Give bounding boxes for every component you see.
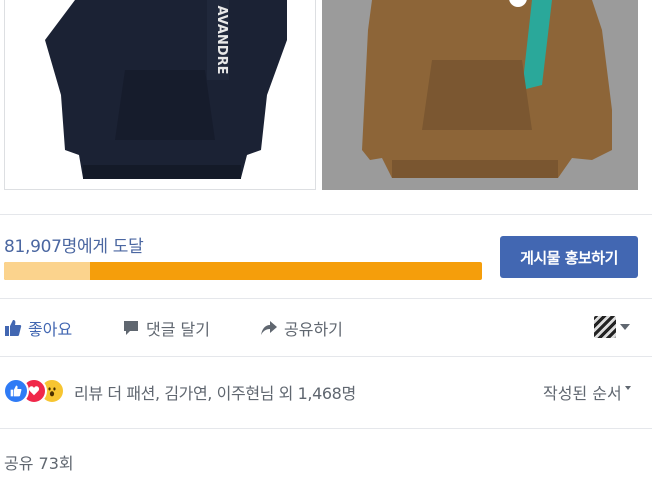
boost-post-button[interactable]: 게시물 홍보하기	[500, 236, 638, 278]
share-count[interactable]: 공유 73회	[4, 450, 74, 474]
like-button[interactable]: 좋아요	[4, 316, 72, 340]
reaction-icons[interactable]	[3, 378, 67, 404]
like-icon	[3, 378, 29, 404]
like-label: 좋아요	[28, 320, 73, 339]
divider	[0, 428, 652, 429]
divider	[0, 298, 652, 299]
page-avatar	[594, 316, 616, 338]
reactions-summary: 리뷰 더 패션, 김가연, 이주현님 외 1,468명 작성된 순서	[0, 376, 652, 406]
divider	[0, 356, 652, 357]
sort-label: 작성된 순서	[543, 384, 622, 403]
navy-hoodie-photo[interactable]: AVANDRE	[4, 0, 316, 190]
reaction-summary-text[interactable]: 리뷰 더 패션, 김가연, 이주현님 외 1,468명	[74, 380, 356, 404]
chevron-down-icon	[624, 386, 631, 390]
comment-icon	[122, 319, 140, 337]
post-as-selector[interactable]	[594, 316, 630, 338]
share-arrow-icon	[260, 319, 278, 337]
post-actions: 좋아요 댓글 달기 공유하기	[0, 308, 652, 348]
share-button[interactable]: 공유하기	[260, 316, 343, 340]
thumbs-up-icon	[4, 319, 22, 337]
comment-label: 댓글 달기	[146, 320, 210, 339]
share-label: 공유하기	[284, 320, 343, 339]
brown-hoodie-photo[interactable]	[322, 0, 638, 190]
chevron-down-icon	[620, 324, 630, 330]
svg-text:AVANDRE: AVANDRE	[214, 6, 229, 75]
reach-progress-bar	[4, 262, 482, 280]
comment-sort-dropdown[interactable]: 작성된 순서	[543, 380, 631, 404]
post-photos: AVANDRE	[0, 0, 652, 200]
comment-button[interactable]: 댓글 달기	[122, 316, 210, 340]
reach-progress-fill	[4, 262, 91, 280]
reach-count: 81,907명에게 도달	[4, 237, 144, 257]
divider	[0, 214, 652, 215]
